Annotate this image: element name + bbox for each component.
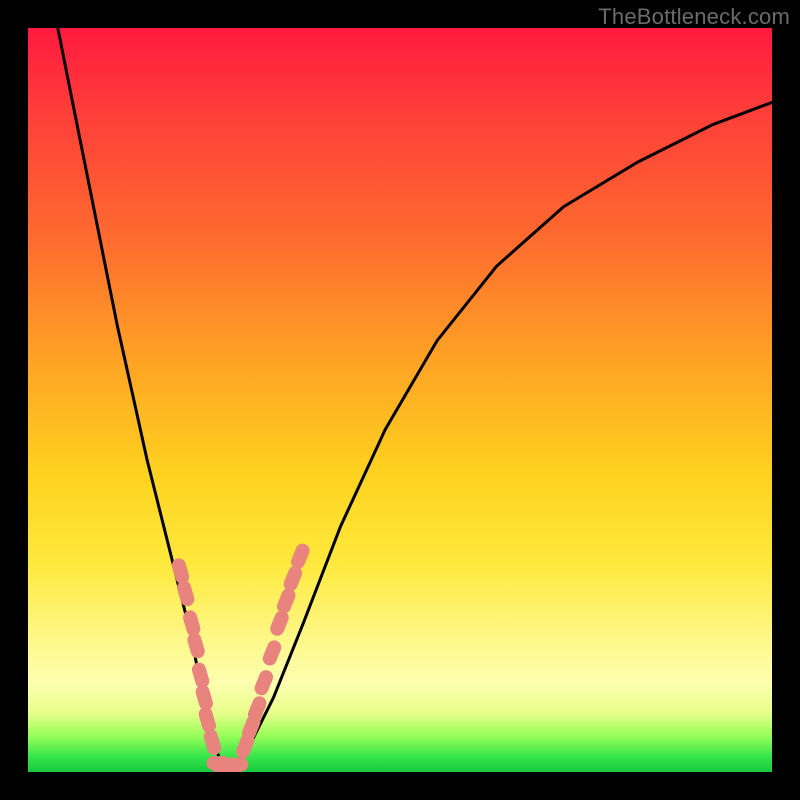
marker-dot xyxy=(268,609,291,638)
marker-dot xyxy=(261,638,284,667)
chart-svg xyxy=(28,28,772,772)
chart-frame: TheBottleneck.com xyxy=(0,0,800,800)
marker-dot xyxy=(224,758,248,772)
marker-dot xyxy=(252,668,275,697)
bottleneck-curve xyxy=(58,28,772,769)
marker-dot xyxy=(289,542,312,571)
plot-area xyxy=(28,28,772,772)
marker-dot xyxy=(282,564,305,593)
watermark-text: TheBottleneck.com xyxy=(598,4,790,30)
marker-dot xyxy=(202,728,223,757)
marker-dot xyxy=(197,705,218,734)
marker-dot xyxy=(186,631,207,660)
marker-dot xyxy=(275,586,298,615)
